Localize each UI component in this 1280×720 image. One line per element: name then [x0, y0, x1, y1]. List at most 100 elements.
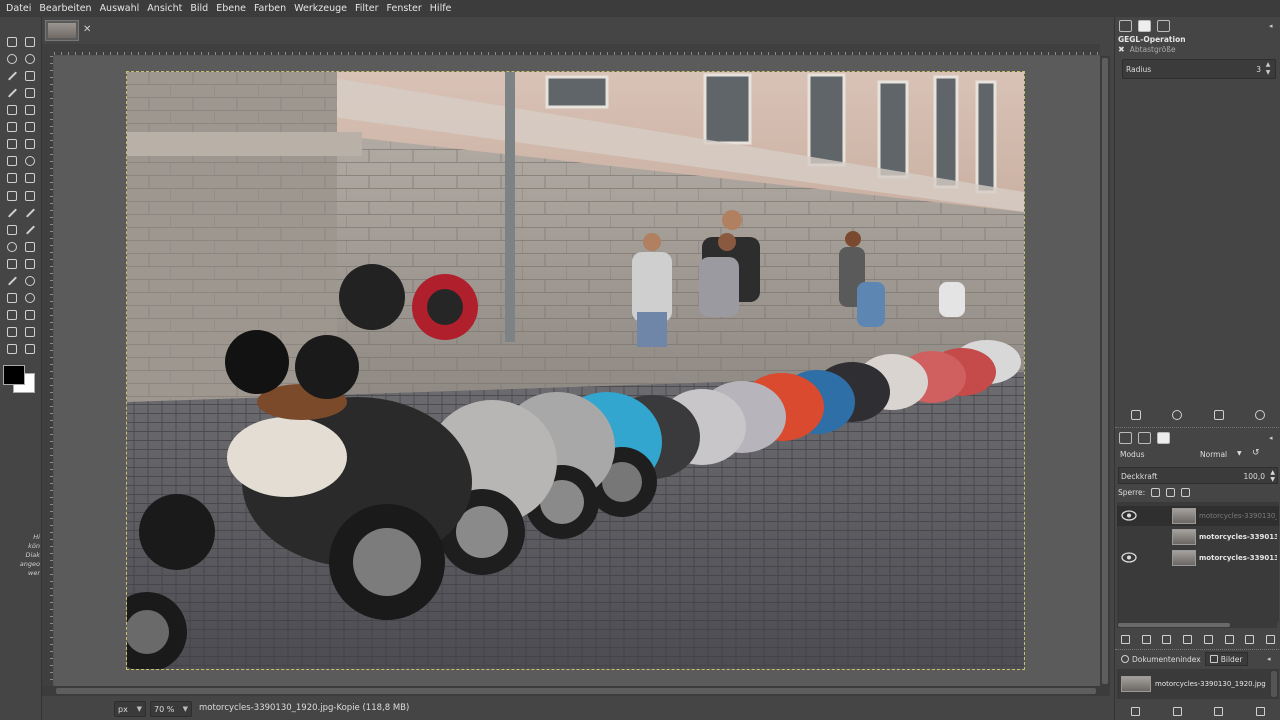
menu-ebene[interactable]: Ebene — [212, 0, 250, 17]
new-layer-icon[interactable] — [1120, 634, 1130, 644]
spin-arrows-icon[interactable]: ▲ ▼ — [1263, 61, 1273, 77]
menu-fenster[interactable]: Fenster — [383, 0, 426, 17]
move-tool-icon[interactable] — [4, 34, 18, 48]
layer-name[interactable]: motorcycles-3390130_ — [1199, 554, 1277, 562]
warp-transform-icon[interactable] — [4, 119, 18, 133]
menu-hilfe[interactable]: Hilfe — [426, 0, 456, 17]
ink-tool-icon[interactable] — [4, 273, 18, 287]
refresh-icon[interactable] — [1255, 706, 1265, 716]
raise-image-icon[interactable] — [1131, 706, 1141, 716]
image-list-item[interactable]: motorcycles-3390130_1920.jpg — [1119, 675, 1269, 693]
reset-options-icon[interactable] — [1255, 410, 1266, 420]
pencil-icon[interactable] — [22, 205, 36, 219]
layers-scroll-thumb[interactable] — [1118, 623, 1230, 627]
align-tool-icon[interactable] — [22, 34, 36, 48]
layer-row[interactable]: motorcycles-3390130_ — [1117, 527, 1279, 547]
text-tool-icon[interactable] — [4, 188, 18, 202]
image-tab-thumbnail[interactable] — [45, 20, 79, 41]
menu-bild[interactable]: Bild — [186, 0, 212, 17]
lasso-select-icon[interactable] — [22, 51, 36, 65]
layer-row[interactable]: motorcycles-3390130_ — [1117, 548, 1279, 568]
layers-horizontal-scrollbar[interactable] — [1117, 622, 1277, 628]
horizontal-ruler[interactable] — [54, 44, 1100, 56]
menu-filter[interactable]: Filter — [351, 0, 383, 17]
spin-arrows-icon[interactable]: ▲ ▼ — [1270, 469, 1275, 483]
ruler-corner[interactable] — [42, 44, 54, 56]
paths-tool-icon[interactable] — [4, 170, 18, 184]
fuzzy-select-icon[interactable] — [4, 68, 18, 82]
tool-options-tab-icon[interactable] — [1119, 20, 1132, 32]
images-scrollbar[interactable] — [1271, 671, 1277, 697]
clone-tool-icon[interactable] — [22, 239, 36, 253]
handle-transform-icon[interactable] — [4, 136, 18, 150]
scissors-select-icon[interactable] — [4, 85, 18, 99]
duplicate-layer-icon[interactable] — [1203, 634, 1213, 644]
menu-farben[interactable]: Farben — [250, 0, 290, 17]
delete-options-icon[interactable] — [1213, 410, 1224, 420]
opacity-spinbox[interactable]: Deckkraft 100,0 ▲ ▼ — [1118, 467, 1278, 484]
save-options-icon[interactable] — [1130, 410, 1141, 420]
layer-name[interactable]: motorcycles-3390130_ — [1199, 533, 1277, 541]
airbrush-icon[interactable] — [22, 222, 36, 236]
unified-transform-icon[interactable] — [22, 102, 36, 116]
eye-icon[interactable] — [1121, 552, 1137, 563]
undo-history-tab-icon[interactable] — [1157, 20, 1170, 32]
eraser-icon[interactable] — [4, 222, 18, 236]
layer-name[interactable]: motorcycles-3390130_1920 — [1199, 512, 1277, 520]
menu-datei[interactable]: Datei — [2, 0, 35, 17]
lock-alpha-icon[interactable] — [1181, 488, 1191, 497]
menu-werkzeuge[interactable]: Werkzeuge — [290, 0, 351, 17]
menu-ansicht[interactable]: Ansicht — [143, 0, 186, 17]
raise-layer-icon[interactable] — [1162, 634, 1172, 644]
menu-auswahl[interactable]: Auswahl — [96, 0, 144, 17]
select-by-color-icon[interactable] — [22, 68, 36, 82]
perspective-clone-icon[interactable] — [4, 341, 18, 355]
channels-tab-icon[interactable] — [1138, 432, 1151, 444]
layers-tab-icon[interactable] — [1119, 432, 1132, 444]
image-canvas[interactable] — [126, 71, 1025, 670]
canvas-area[interactable] — [54, 56, 1100, 686]
perspective-tool-icon[interactable] — [4, 153, 18, 167]
close-tab-icon[interactable]: ✕ — [83, 25, 93, 35]
horizontal-scrollbar[interactable] — [54, 686, 1100, 696]
add-mask-icon[interactable] — [1245, 634, 1255, 644]
dock-menu-icon[interactable]: ◂ — [1269, 22, 1277, 30]
radius-value[interactable]: 3 — [1256, 65, 1261, 74]
paintbrush-icon[interactable] — [4, 205, 18, 219]
menu-bearbeiten[interactable]: Bearbeiten — [35, 0, 95, 17]
radius-spinbox[interactable]: Radius 3 ▲ ▼ — [1122, 59, 1276, 79]
color-picker-icon[interactable] — [22, 273, 36, 287]
warp-paint-icon[interactable] — [22, 324, 36, 338]
vertical-scroll-thumb[interactable] — [1102, 58, 1108, 684]
bucket-fill-icon[interactable] — [22, 188, 36, 202]
measure-tool-icon[interactable] — [22, 170, 36, 184]
opacity-value[interactable]: 100,0 — [1244, 472, 1265, 481]
document-index-tab[interactable]: Dokumentenindex — [1117, 652, 1205, 666]
navigate-button[interactable] — [1100, 686, 1110, 696]
foreground-select-icon[interactable] — [22, 85, 36, 99]
mypaint-brush-icon[interactable] — [4, 290, 18, 304]
flip-tool-icon[interactable] — [22, 119, 36, 133]
delete-layer-icon[interactable] — [1266, 634, 1276, 644]
vertical-ruler[interactable] — [42, 56, 54, 686]
device-status-tab-icon[interactable] — [1138, 20, 1151, 32]
foreground-color-swatch[interactable] — [3, 365, 25, 385]
lower-layer-icon[interactable] — [1183, 634, 1193, 644]
new-layer-group-icon[interactable] — [1141, 634, 1151, 644]
vertical-scrollbar[interactable] — [1100, 56, 1110, 686]
zoom-select[interactable]: 70 % ▼ — [150, 701, 192, 717]
lock-position-icon[interactable] — [1166, 488, 1176, 497]
anchor-layer-icon[interactable] — [1224, 634, 1234, 644]
smudge-icon[interactable] — [4, 239, 18, 253]
ellipse-select-icon[interactable] — [4, 51, 18, 65]
restore-options-icon[interactable] — [1172, 410, 1183, 420]
images-tab[interactable]: Bilder — [1204, 652, 1248, 666]
dock-menu-icon[interactable]: ◂ — [1267, 655, 1275, 663]
crop-tool-icon[interactable] — [4, 102, 18, 116]
close-icon[interactable]: ✖ — [1118, 45, 1125, 54]
3d-transform-icon[interactable] — [22, 153, 36, 167]
blend-tool-icon[interactable] — [4, 307, 18, 321]
lock-pixels-icon[interactable] — [1151, 488, 1161, 497]
seamless-clone-icon[interactable] — [22, 341, 36, 355]
new-display-icon[interactable] — [1172, 706, 1182, 716]
